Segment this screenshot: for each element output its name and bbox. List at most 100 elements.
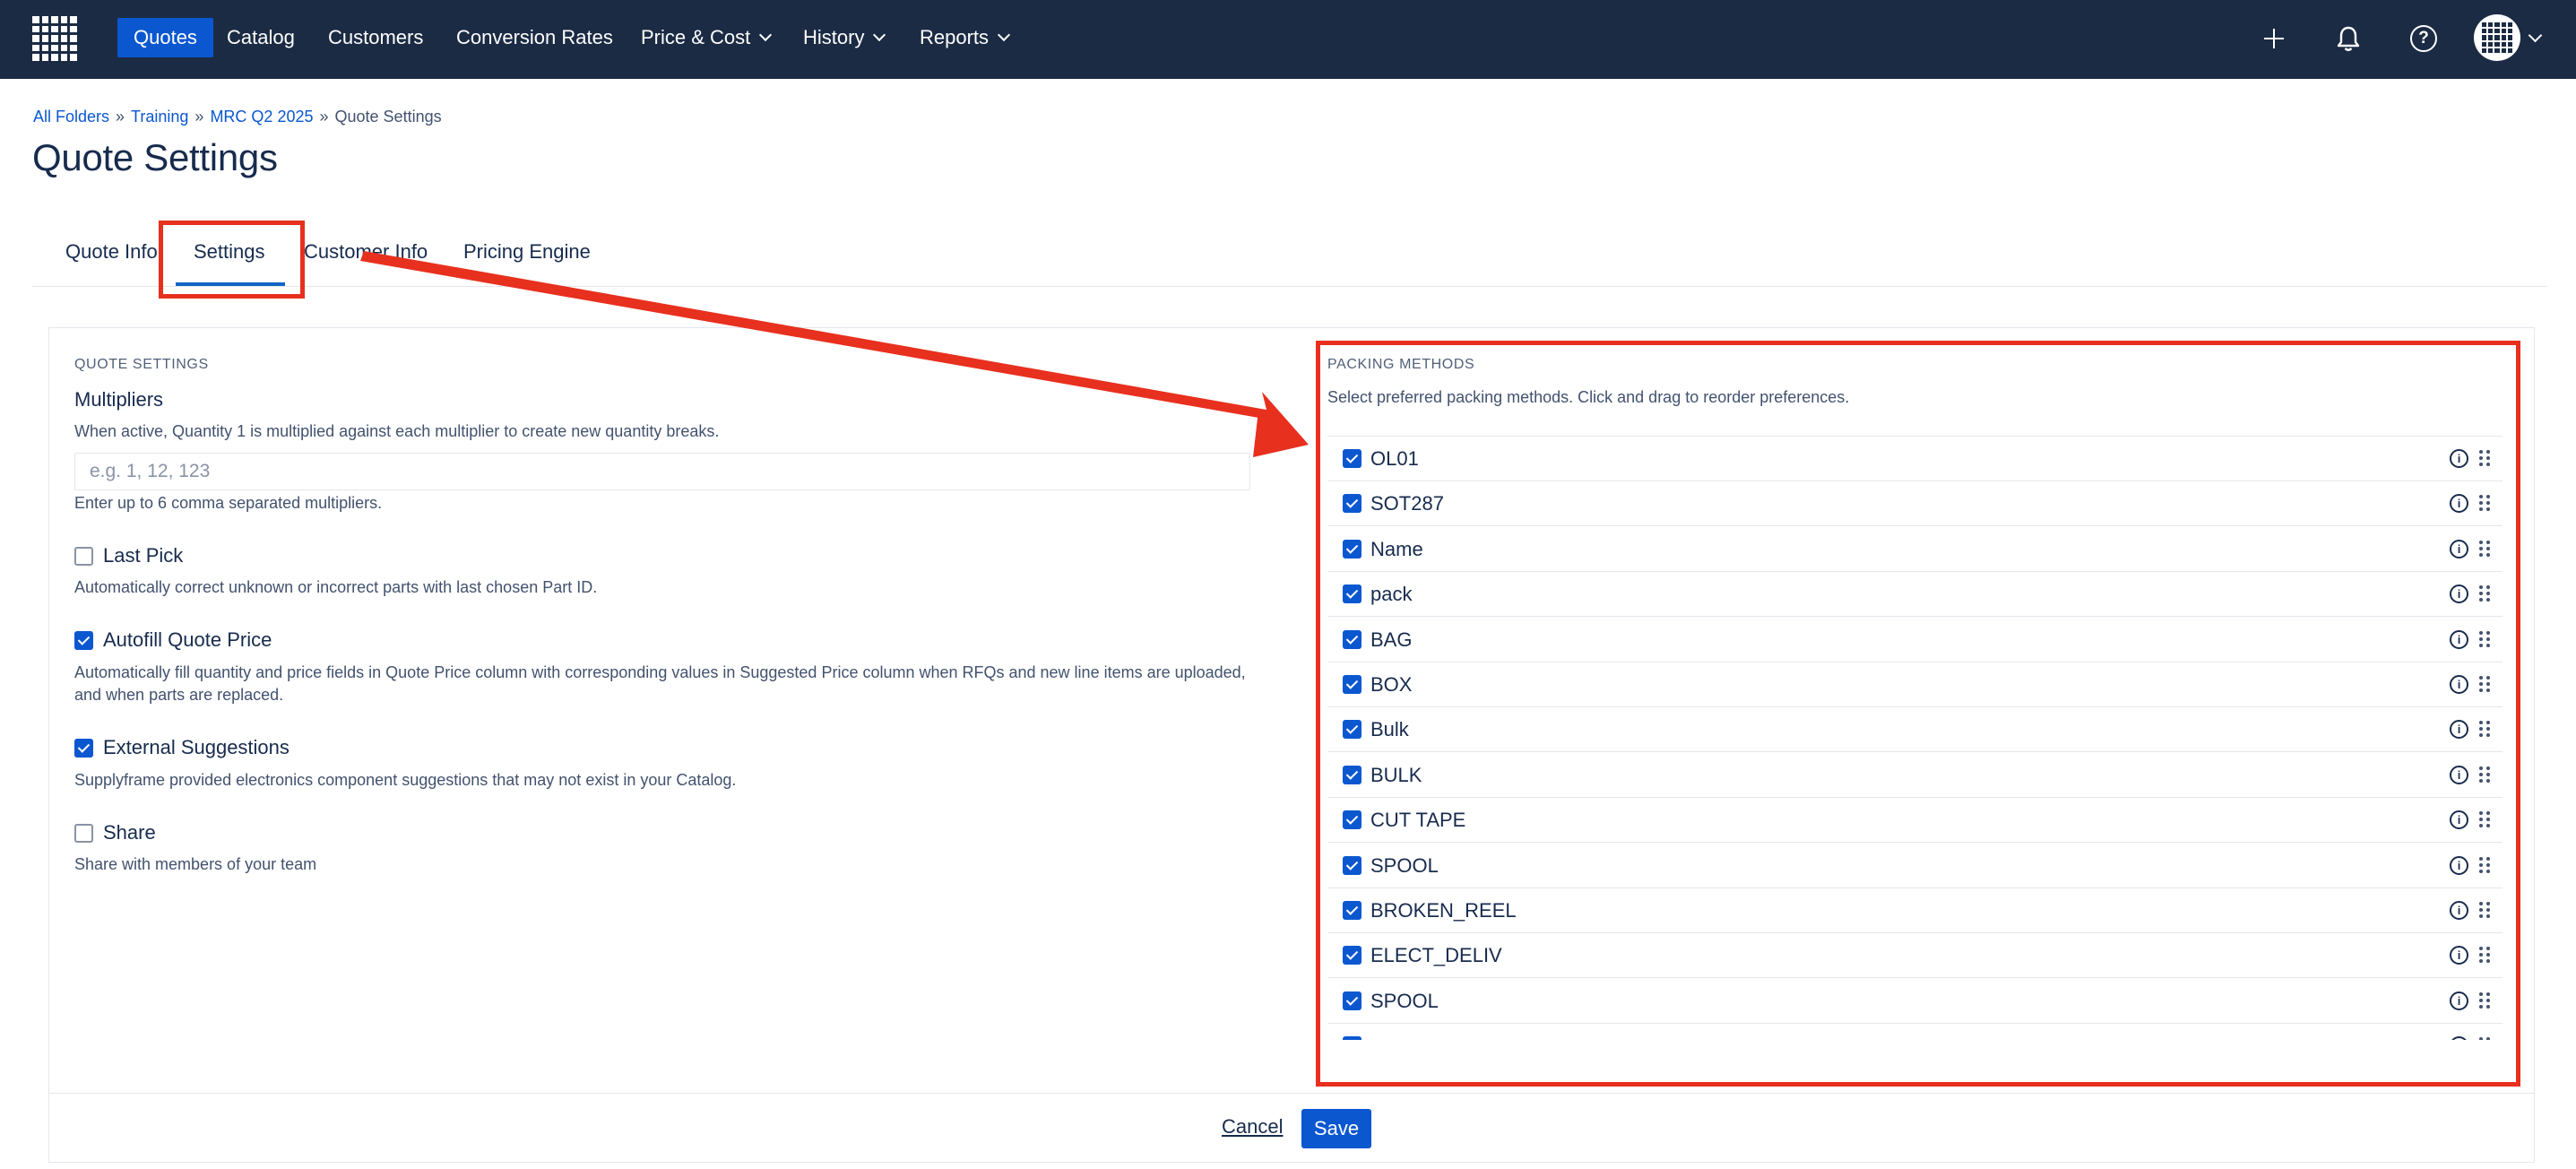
info-icon[interactable]: i (2450, 675, 2468, 694)
page-title: Quote Settings (32, 136, 278, 178)
packing-method-label: Bulk (1370, 718, 1409, 741)
info-icon[interactable]: i (2450, 901, 2468, 920)
drag-handle-icon[interactable] (2479, 540, 2490, 559)
breadcrumb: All Folders » Training » MRC Q2 2025 » Quote S… (33, 108, 442, 126)
drag-handle-icon[interactable] (2479, 630, 2490, 649)
last-pick-description: Automatically correct unknown or incorre… (74, 578, 598, 596)
drag-handle-icon[interactable] (2479, 856, 2490, 875)
packing-method-label: BROKEN_REEL (1370, 899, 1517, 922)
packing-method-row[interactable]: BOX i (1327, 662, 2503, 707)
breadcrumb-separator: » (194, 108, 204, 126)
packing-method-checkbox[interactable] (1343, 629, 1361, 649)
external-suggestions-checkbox[interactable] (74, 739, 93, 758)
info-icon[interactable]: i (2450, 449, 2468, 468)
tab-settings[interactable]: Settings (194, 240, 265, 264)
info-icon[interactable]: i (2450, 946, 2468, 966)
packing-method-checkbox[interactable] (1343, 449, 1361, 468)
chevron-down-icon (873, 28, 886, 42)
top-navbar: Quotes Catalog Customers Conversion Rate… (0, 0, 2576, 79)
multipliers-input[interactable] (74, 453, 1250, 490)
packing-method-checkbox[interactable] (1343, 539, 1361, 559)
info-icon[interactable]: i (2450, 629, 2468, 649)
packing-method-checkbox[interactable] (1343, 991, 1361, 1010)
packing-method-checkbox[interactable] (1343, 584, 1361, 604)
drag-handle-icon[interactable] (2479, 450, 2490, 468)
drag-handle-icon[interactable] (2479, 902, 2490, 920)
info-icon[interactable]: i (2450, 855, 2468, 875)
packing-method-row[interactable]: i (1327, 1024, 2503, 1040)
save-button[interactable]: Save (1301, 1109, 1371, 1148)
nav-label: Quotes (134, 26, 197, 48)
nav-history[interactable]: History (803, 18, 886, 57)
autofill-quote-price-checkbox[interactable] (74, 631, 93, 650)
packing-method-label: SPOOL (1370, 853, 1439, 877)
packing-method-row[interactable]: ELECT_DELIV i (1327, 933, 2503, 979)
info-icon[interactable]: i (2450, 720, 2468, 740)
info-icon[interactable]: i (2450, 991, 2468, 1010)
drag-handle-icon[interactable] (2479, 676, 2490, 694)
packing-method-row[interactable]: Bulk i (1327, 707, 2503, 753)
tab-customer-info[interactable]: Customer Info (304, 240, 428, 264)
help-icon[interactable]: ? (2410, 25, 2437, 52)
nav-conversion-rates[interactable]: Conversion Rates (456, 18, 613, 57)
packing-methods-heading: PACKING METHODS (1327, 357, 1475, 372)
breadcrumb-all-folders[interactable]: All Folders (33, 108, 109, 126)
packing-method-checkbox[interactable] (1343, 901, 1361, 920)
breadcrumb-training[interactable]: Training (131, 108, 188, 126)
packing-method-row[interactable]: BULK i (1327, 753, 2503, 798)
drag-handle-icon[interactable] (2479, 721, 2490, 739)
drag-handle-icon[interactable] (2479, 495, 2490, 513)
packing-method-label: SOT287 (1370, 492, 1444, 515)
nav-reports[interactable]: Reports (920, 18, 1011, 57)
packing-method-label: ELECT_DELIV (1370, 944, 1502, 967)
nav-label: Customers (328, 26, 424, 48)
info-icon[interactable]: i (2450, 765, 2468, 784)
packing-method-row[interactable]: OL01 i (1327, 437, 2503, 481)
drag-handle-icon[interactable] (2479, 766, 2490, 784)
nav-quotes[interactable]: Quotes (117, 18, 213, 57)
packing-method-checkbox[interactable] (1343, 946, 1361, 966)
packing-method-row[interactable]: Name i (1327, 527, 2503, 572)
packing-method-row[interactable]: pack i (1327, 572, 2503, 618)
drag-handle-icon[interactable] (2479, 991, 2490, 1010)
packing-method-checkbox[interactable] (1343, 675, 1361, 694)
info-icon[interactable]: i (2450, 584, 2468, 604)
packing-method-checkbox[interactable] (1343, 810, 1361, 830)
packing-method-checkbox[interactable] (1343, 720, 1361, 740)
share-checkbox[interactable] (74, 824, 93, 843)
plus-icon[interactable] (2255, 20, 2293, 57)
chevron-down-icon[interactable] (2528, 28, 2543, 43)
packing-method-checkbox[interactable] (1343, 855, 1361, 875)
cancel-button[interactable]: Cancel (1222, 1115, 1283, 1139)
tab-pricing-engine[interactable]: Pricing Engine (463, 240, 591, 264)
packing-method-row[interactable]: SPOOL i (1327, 844, 2503, 888)
info-icon[interactable]: i (2450, 494, 2468, 514)
drag-handle-icon[interactable] (2479, 947, 2490, 965)
packing-method-row[interactable]: SOT287 i (1327, 481, 2503, 527)
info-icon[interactable]: i (2450, 810, 2468, 830)
packing-method-label: OL01 (1370, 447, 1419, 470)
packing-method-row[interactable]: CUT TAPE i (1327, 798, 2503, 844)
breadcrumb-mrc-q2-2025[interactable]: MRC Q2 2025 (210, 108, 313, 126)
nav-customers[interactable]: Customers (328, 18, 423, 57)
avatar[interactable] (2474, 14, 2520, 61)
tab-quote-info[interactable]: Quote Info (65, 240, 158, 264)
packing-method-row[interactable]: BROKEN_REEL i (1327, 888, 2503, 933)
packing-method-checkbox[interactable] (1343, 765, 1361, 784)
packing-method-checkbox[interactable] (1343, 1036, 1361, 1040)
drag-handle-icon[interactable] (2479, 1037, 2490, 1040)
external-suggestions-label: External Suggestions (103, 736, 290, 758)
last-pick-checkbox[interactable] (74, 547, 93, 566)
app-logo[interactable] (32, 16, 77, 61)
info-icon[interactable]: i (2450, 539, 2468, 559)
packing-method-row[interactable]: BAG i (1327, 618, 2503, 662)
drag-handle-icon[interactable] (2479, 811, 2490, 829)
bell-icon[interactable] (2330, 20, 2367, 57)
nav-price-cost[interactable]: Price & Cost (641, 18, 773, 57)
packing-method-checkbox[interactable] (1343, 494, 1361, 514)
info-icon[interactable]: i (2450, 1036, 2468, 1040)
active-tab-indicator (176, 282, 285, 286)
nav-catalog[interactable]: Catalog (227, 18, 295, 57)
drag-handle-icon[interactable] (2479, 585, 2490, 603)
packing-method-row[interactable]: SPOOL i (1327, 979, 2503, 1024)
